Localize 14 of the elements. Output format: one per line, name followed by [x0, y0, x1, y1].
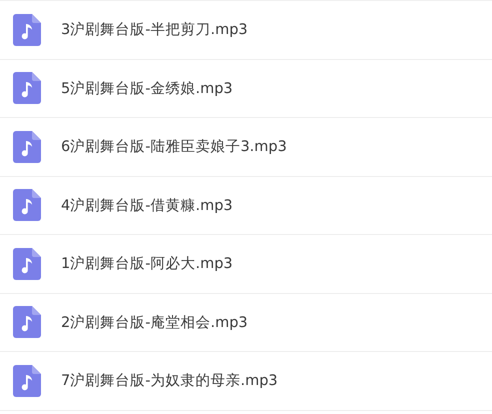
file-name[interactable]: 4沪剧舞台版-借黄糠.mp3	[61, 196, 233, 215]
music-file-icon	[13, 248, 41, 280]
music-file-icon	[13, 14, 41, 46]
music-file-icon	[13, 72, 41, 104]
file-name[interactable]: 2沪剧舞台版-庵堂相会.mp3	[61, 312, 248, 332]
music-file-icon	[13, 364, 41, 397]
music-file-icon	[13, 130, 41, 163]
file-name[interactable]: 7沪剧舞台版-为奴隶的母亲.mp3	[61, 371, 278, 390]
file-name[interactable]: 3沪剧舞台版-半把剪刀.mp3	[61, 20, 248, 40]
file-name[interactable]: 6沪剧舞台版-陆雅臣卖娘子3.mp3	[61, 137, 287, 156]
file-name[interactable]: 1沪剧舞台版-阿必大.mp3	[61, 254, 233, 274]
music-file-icon	[13, 189, 41, 222]
file-name[interactable]: 5沪剧舞台版-金绣娘.mp3	[61, 78, 233, 98]
music-file-icon	[13, 306, 41, 338]
